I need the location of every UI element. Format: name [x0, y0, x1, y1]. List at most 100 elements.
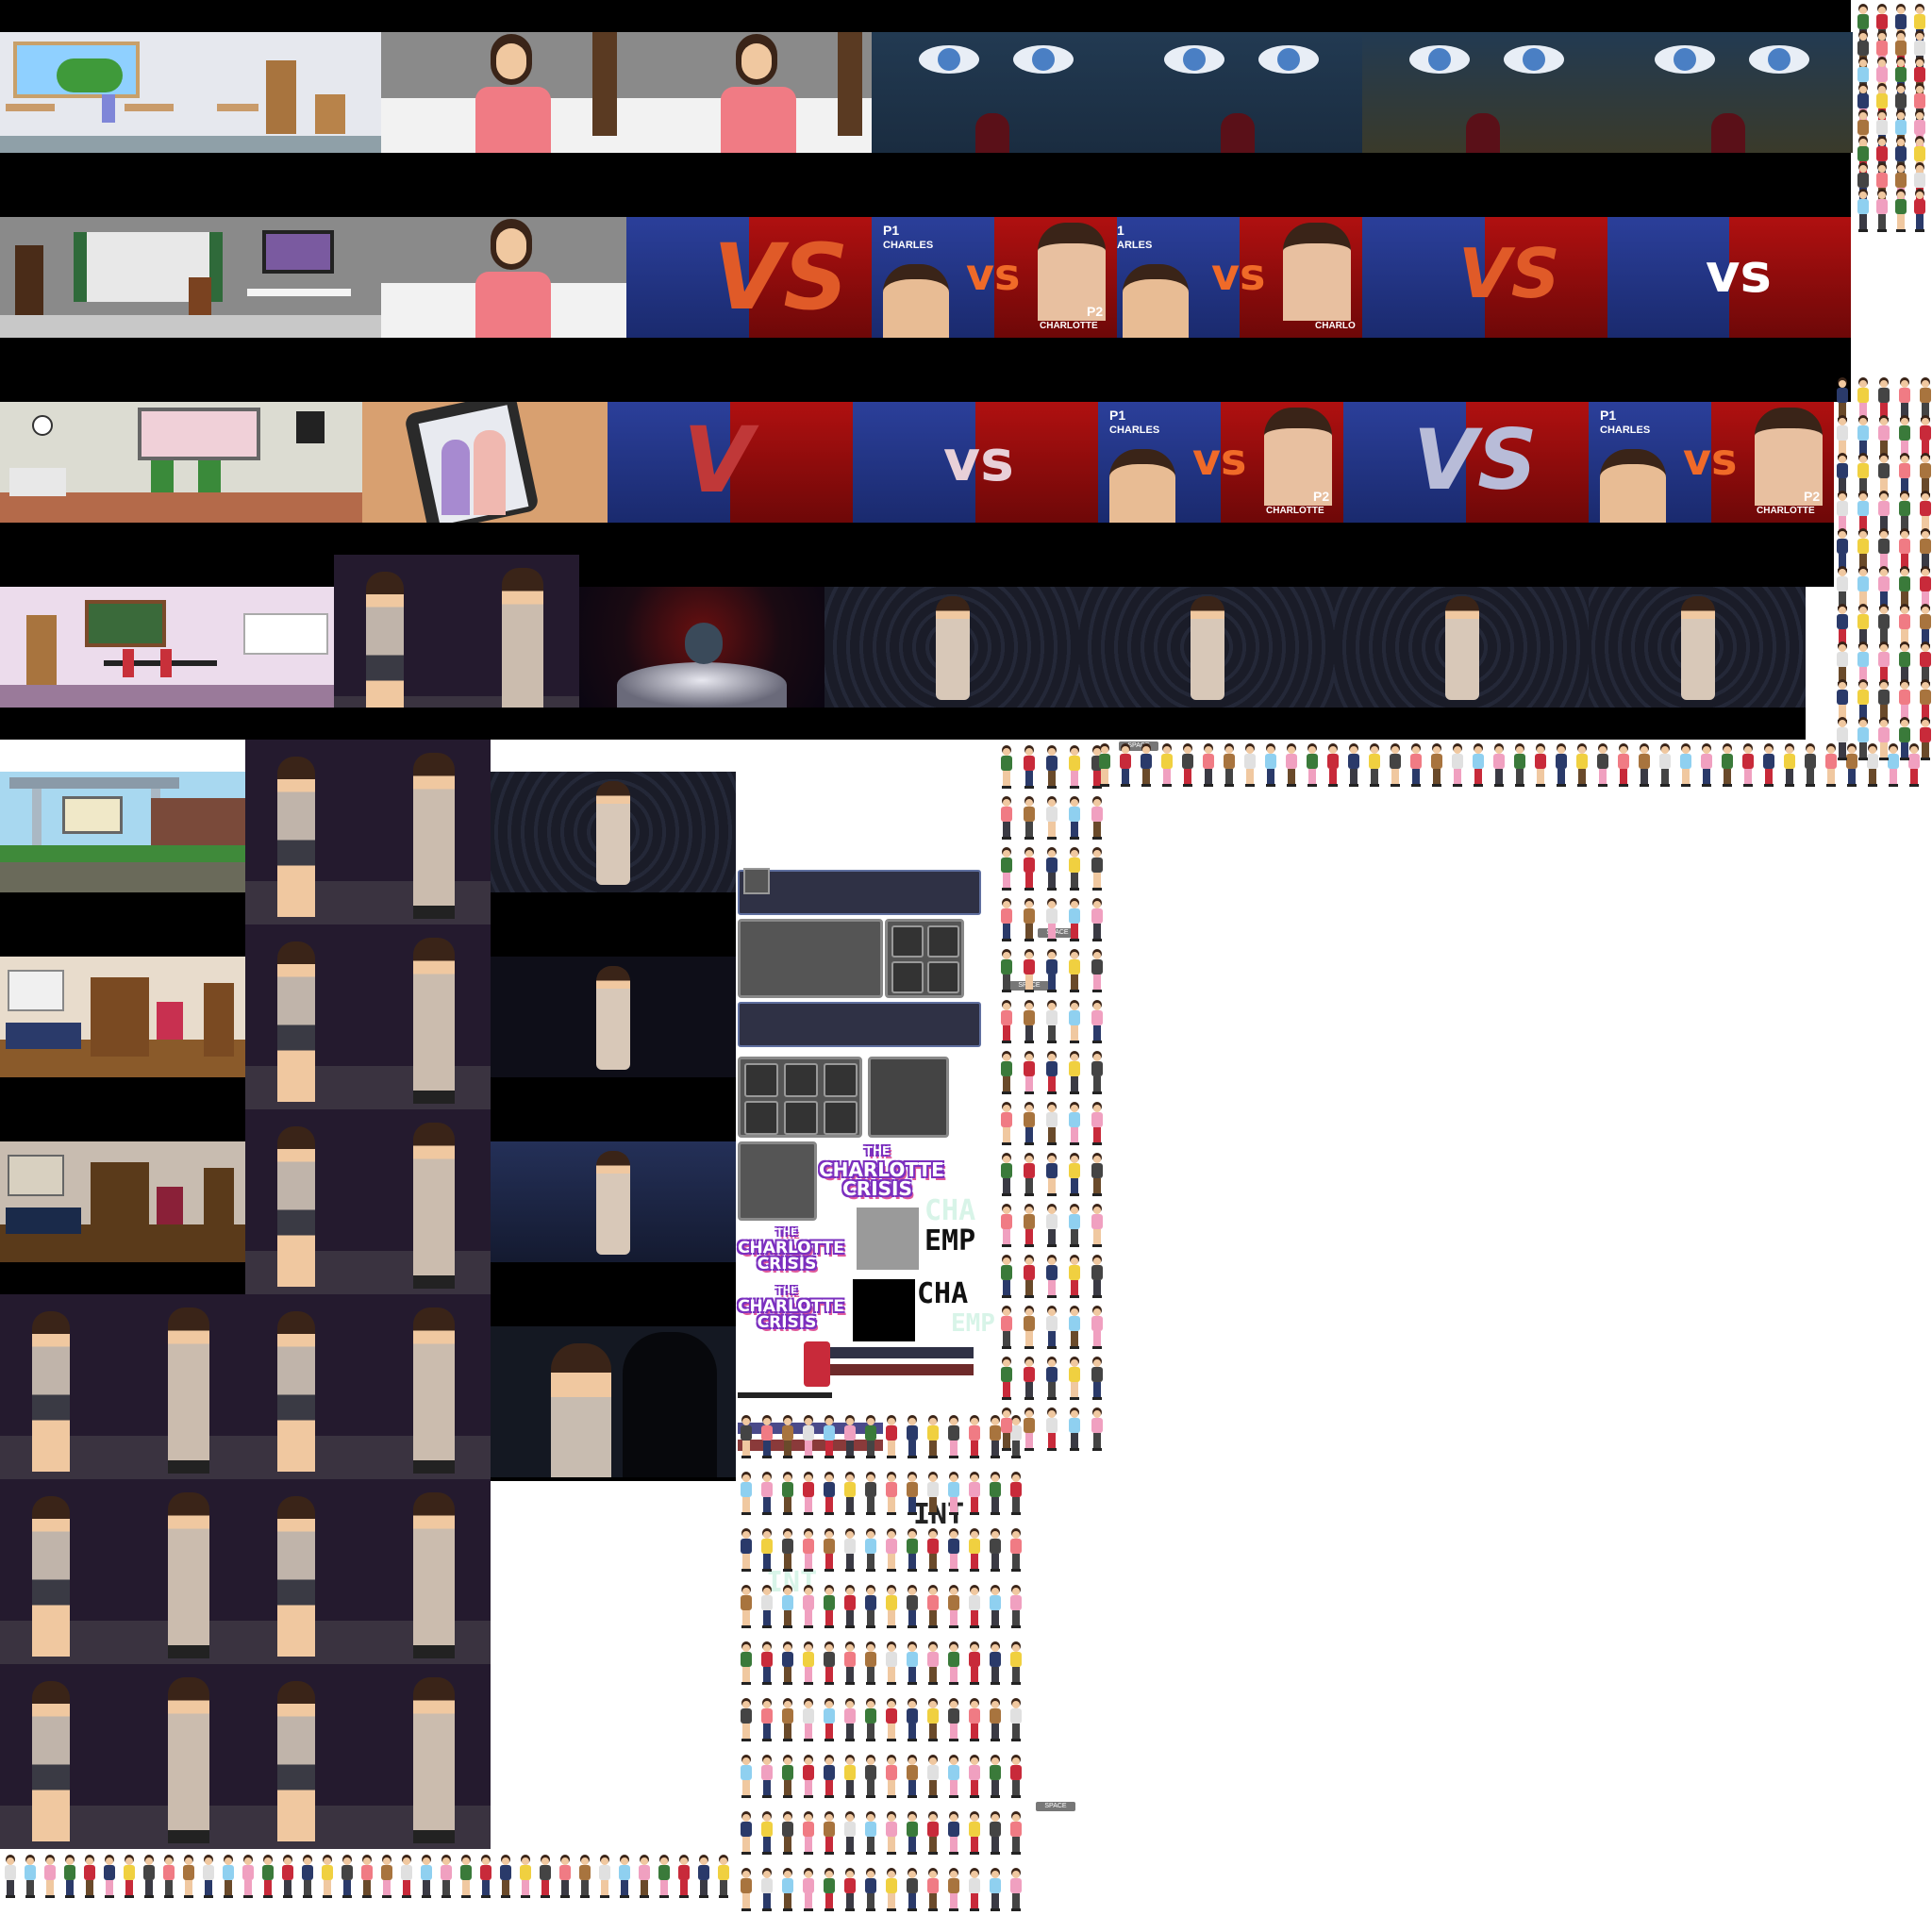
p1-name: CHARLES: [883, 240, 934, 251]
character-sprite: [1023, 1255, 1036, 1298]
character-sprite: [1472, 743, 1485, 787]
character-sprite: [947, 1811, 960, 1855]
vs-frame-8: P1 CHARLES vs P2 CHARLOTTE: [1098, 402, 1343, 523]
door: [838, 32, 862, 136]
character-sprite: [1091, 1204, 1104, 1247]
character-sprite: [24, 1855, 37, 1898]
eye-icon: [1504, 45, 1564, 74]
character-sprite: [1068, 1306, 1081, 1349]
character-sprite: [823, 1415, 836, 1458]
character-sprite: [1389, 743, 1402, 787]
character-sprite: [1430, 743, 1443, 787]
character-sprite: [843, 1698, 857, 1741]
character-sprite: [989, 1585, 1002, 1628]
vs-text: vs: [1192, 434, 1247, 485]
character-sprite: [781, 1868, 794, 1911]
scene-club-room: [0, 587, 334, 708]
black-band: [491, 1077, 736, 1141]
vs-frame-7: vs: [853, 402, 1098, 523]
logo-line-3: CRISIS: [842, 1177, 912, 1200]
character-sprite: [1091, 1153, 1104, 1196]
character-sprite: [1045, 1357, 1058, 1400]
character-sprite: [83, 1855, 96, 1898]
scene-bedroom: [0, 957, 245, 1077]
character-sprite: [926, 1698, 940, 1741]
character-sprite: [1009, 1528, 1023, 1572]
chair: [123, 649, 134, 677]
character-sprite: [1068, 1204, 1081, 1247]
character-sprite: [947, 1698, 960, 1741]
character-sprite: [697, 1855, 710, 1898]
charlotte-standing: [413, 938, 455, 1104]
character-sprite: [906, 1811, 919, 1855]
character-sprite: [1045, 1102, 1058, 1145]
character-sprite: [760, 1868, 774, 1911]
character-sprite: [1000, 847, 1013, 891]
door: [26, 615, 57, 685]
character-sprite: [1596, 743, 1609, 787]
character-sprite: [1091, 898, 1104, 941]
character-sprite: [1762, 743, 1775, 787]
character-sprite: [823, 1755, 836, 1798]
stat-cha: CHA: [917, 1277, 969, 1310]
shadow-figure: [623, 1332, 717, 1477]
character-sprite: [1721, 743, 1734, 787]
character-sprite: [1575, 743, 1589, 787]
character-sprite: [1009, 1641, 1023, 1685]
station-roof: [9, 777, 179, 789]
character-sprite: [802, 1755, 815, 1798]
pose-pair-2: [245, 740, 491, 924]
character-sprite: [1898, 717, 1911, 760]
character-sprite: [1000, 1407, 1013, 1451]
character-sprite: [1045, 1153, 1058, 1196]
desk-chair: [157, 1187, 183, 1224]
character-sprite: [1000, 1306, 1013, 1349]
character-sprite: [1068, 1102, 1081, 1145]
cutscene-charlotte-leaning-3: [381, 217, 626, 338]
charles-portrait: [883, 264, 949, 338]
chair-red-icon: [804, 1341, 830, 1387]
character-sprite: [802, 1415, 815, 1458]
character-sprite: [360, 1855, 374, 1898]
character-sprite: [1068, 745, 1081, 789]
character-sprite: [947, 1755, 960, 1798]
character-sprite: [781, 1755, 794, 1798]
character-sprite: [341, 1855, 354, 1898]
calendar: [8, 1155, 64, 1196]
character-sprite: [885, 1641, 898, 1685]
character-sprite: [968, 1755, 981, 1798]
character-sprite: [1000, 796, 1013, 840]
character-sprite: [843, 1585, 857, 1628]
p1-name: CHARLES: [1600, 425, 1651, 436]
character-sprite: [781, 1415, 794, 1458]
character-sprite: [968, 1641, 981, 1685]
counter: [9, 468, 66, 496]
character-sprite: [1877, 717, 1890, 760]
charlotte-sitting-spiral-3: [1334, 587, 1589, 708]
vs-text: V: [683, 408, 754, 513]
silhouette-girl: [1466, 113, 1500, 153]
charlotte-sitting-spiral-4: [1589, 587, 1806, 708]
vs-text: VS: [713, 225, 849, 330]
charlotte-sitting: [596, 781, 630, 885]
character-sprite: [1857, 189, 1870, 232]
character-sprite: [1009, 1698, 1023, 1741]
p2-name: CHARLOTTE: [1266, 506, 1324, 516]
character-sprite: [1023, 847, 1036, 891]
charles-standing: [32, 1496, 70, 1657]
game-logo-small: THE CHARLOTTE CRISIS: [738, 1224, 844, 1273]
wardrobe: [91, 1162, 149, 1241]
character-sprite: [1009, 1811, 1023, 1855]
character-sprite: [1068, 796, 1081, 840]
character-sprite: [1285, 743, 1298, 787]
vs-frame-9: VS: [1343, 402, 1589, 523]
dialogue-box: [738, 868, 981, 915]
platform: [0, 862, 245, 892]
character-sprite: [1638, 743, 1651, 787]
character-sprite: [781, 1585, 794, 1628]
eye-icon: [919, 45, 979, 74]
character-sprite: [906, 1868, 919, 1911]
character-sprite: [1140, 743, 1153, 787]
character-sprite: [843, 1811, 857, 1855]
charlotte-face: [496, 43, 526, 79]
